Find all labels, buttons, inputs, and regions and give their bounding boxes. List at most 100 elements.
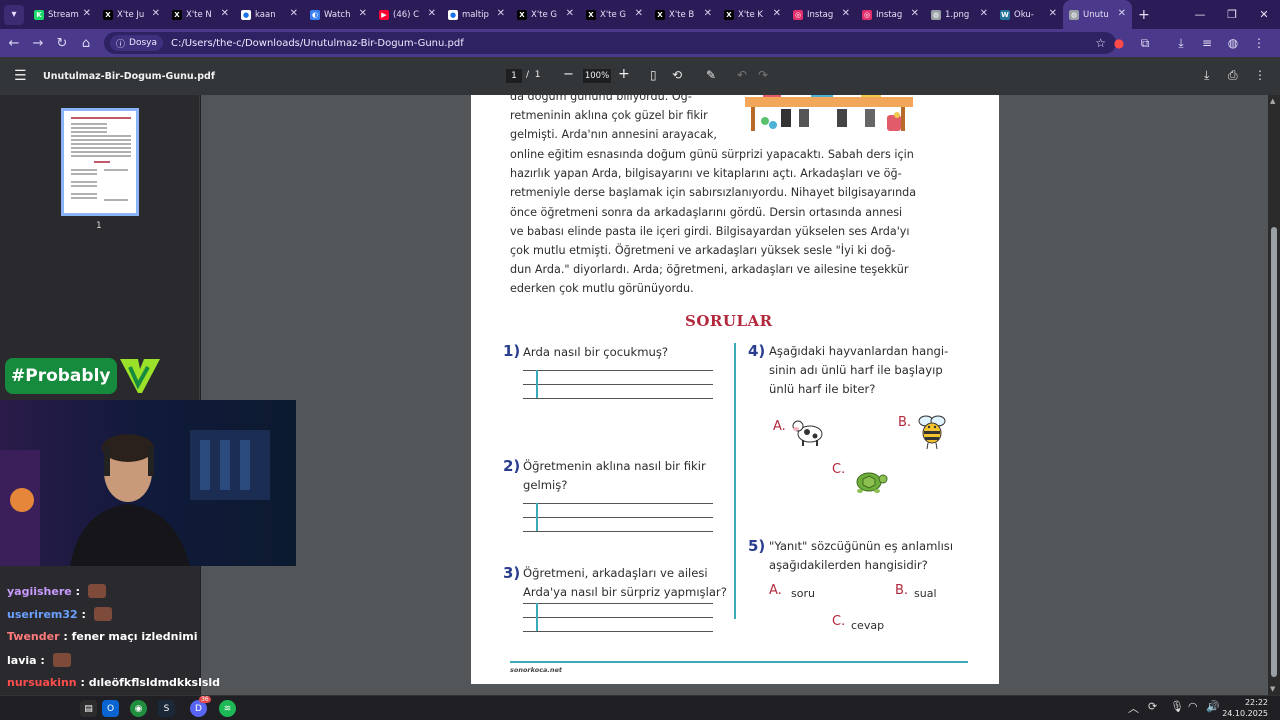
browser-tab[interactable]: X X'te Ju ✕ — [97, 0, 166, 29]
viewer-scrollbar[interactable]: ▲ ▼ — [1268, 95, 1280, 695]
close-tab-icon[interactable]: ✕ — [221, 8, 229, 19]
browser-tab[interactable]: ◐ Watch ✕ — [304, 0, 373, 29]
back-icon[interactable]: ← — [2, 36, 26, 51]
browser-tab[interactable]: X X'te K ✕ — [718, 0, 787, 29]
close-tab-icon[interactable]: ✕ — [842, 8, 850, 19]
answer-line[interactable] — [523, 617, 713, 618]
browser-tab[interactable]: ◎ Instag ✕ — [787, 0, 856, 29]
reading-list-icon[interactable]: ≡ — [1194, 36, 1220, 50]
omnibox[interactable]: ⓘ Dosya C:/Users/the-c/Downloads/Unutulma… — [104, 32, 1116, 54]
sync-icon[interactable]: ⟳ — [1148, 700, 1157, 713]
annotate-icon[interactable]: ✎ — [706, 68, 716, 82]
rotate-icon[interactable]: ⟲ — [672, 68, 682, 82]
new-tab-button[interactable]: + — [1138, 7, 1150, 23]
browser-tab[interactable]: ◍ Unutu ✕ — [1063, 0, 1132, 29]
chrome-taskbar-icon[interactable]: ◉ — [130, 700, 147, 717]
close-tab-icon[interactable]: ✕ — [83, 8, 91, 19]
volume-icon[interactable]: 🔊 — [1206, 700, 1220, 713]
chat-username[interactable]: nursuakinn — [7, 676, 77, 689]
q5-option-a-text[interactable]: soru — [791, 587, 815, 600]
close-tab-icon[interactable]: ✕ — [290, 8, 298, 19]
close-tab-icon[interactable]: ✕ — [1049, 8, 1057, 19]
redo-icon[interactable]: ↷ — [758, 68, 768, 82]
pdf-download-icon[interactable]: ⤓ — [1204, 68, 1209, 83]
undo-icon[interactable]: ↶ — [737, 68, 747, 82]
system-clock[interactable]: 22:22 24.10.2025 — [1222, 697, 1268, 719]
extension-red-icon[interactable]: ● — [1106, 36, 1132, 50]
steam-icon[interactable]: S — [158, 700, 175, 717]
outlook-icon[interactable]: O — [102, 700, 119, 717]
browser-tab[interactable]: X X'te G ✕ — [511, 0, 580, 29]
chat-username[interactable]: Twender — [7, 630, 60, 643]
page-thumbnail[interactable] — [61, 108, 139, 216]
close-window-icon[interactable]: ✕ — [1248, 0, 1280, 29]
close-tab-icon[interactable]: ✕ — [980, 8, 988, 19]
file-explorer-icon[interactable]: ▤ — [80, 700, 97, 717]
q5-option-a-label[interactable]: A. — [769, 583, 782, 598]
extensions-puzzle-icon[interactable]: ⧉ — [1132, 36, 1158, 51]
q4-option-b-label[interactable]: B. — [898, 415, 911, 430]
restore-icon[interactable]: ❐ — [1216, 0, 1248, 29]
profile-avatar[interactable]: ◍ — [1220, 36, 1246, 50]
pdf-more-icon[interactable]: ⋮ — [1254, 68, 1266, 82]
answer-line[interactable] — [523, 398, 713, 399]
q5-option-c-text[interactable]: cevap — [851, 619, 884, 632]
browser-tab[interactable]: ● maltip ✕ — [442, 0, 511, 29]
answer-line[interactable] — [523, 384, 713, 385]
zoom-out-icon[interactable]: − — [563, 67, 574, 82]
browser-tab[interactable]: X X'te N ✕ — [166, 0, 235, 29]
zoom-in-icon[interactable]: + — [618, 66, 630, 82]
browser-tab[interactable]: X X'te G ✕ — [580, 0, 649, 29]
forward-icon[interactable]: → — [26, 36, 50, 51]
home-icon[interactable]: ⌂ — [74, 36, 98, 51]
scroll-down-icon[interactable]: ▼ — [1270, 685, 1275, 693]
scroll-up-icon[interactable]: ▲ — [1270, 97, 1275, 105]
wifi-icon[interactable]: ◠ — [1188, 700, 1198, 713]
spotify-icon[interactable]: ≋ — [219, 700, 236, 717]
close-tab-icon[interactable]: ✕ — [566, 8, 574, 19]
tray-chevron-icon[interactable]: ︿ — [1128, 700, 1139, 716]
browser-tab[interactable]: K Stream ✕ — [28, 0, 97, 29]
page-number-input[interactable]: 1 — [506, 69, 522, 83]
minimize-icon[interactable]: — — [1184, 0, 1216, 29]
close-tab-icon[interactable]: ✕ — [152, 8, 160, 19]
fit-page-icon[interactable]: ▯ — [650, 68, 657, 82]
close-tab-icon[interactable]: ✕ — [773, 8, 781, 19]
answer-line[interactable] — [523, 370, 713, 371]
zoom-level-input[interactable]: 100% — [583, 69, 611, 83]
q4-option-c-label[interactable]: C. — [832, 462, 845, 477]
browser-tab[interactable]: X X'te B ✕ — [649, 0, 718, 29]
close-tab-icon[interactable]: ✕ — [704, 8, 712, 19]
q5-option-b-text[interactable]: sual — [914, 587, 937, 600]
q5-option-c-label[interactable]: C. — [832, 614, 845, 629]
downloads-icon[interactable]: ⤓ — [1168, 36, 1194, 51]
chat-username[interactable]: userirem32 — [7, 608, 78, 621]
chat-username[interactable]: yagiishere — [7, 585, 72, 598]
close-tab-icon[interactable]: ✕ — [1118, 8, 1126, 19]
close-tab-icon[interactable]: ✕ — [497, 8, 505, 19]
close-tab-icon[interactable]: ✕ — [911, 8, 919, 19]
url-text[interactable]: C:/Users/the-c/Downloads/Unutulmaz-Bir-D… — [171, 38, 464, 49]
menu-dots-icon[interactable]: ⋮ — [1246, 36, 1272, 50]
tab-search-icon[interactable]: ▾ — [4, 4, 24, 25]
q5-option-b-label[interactable]: B. — [895, 583, 908, 598]
q4-option-a-label[interactable]: A. — [773, 419, 786, 434]
file-scheme-chip[interactable]: ⓘ Dosya — [110, 35, 163, 51]
print-icon[interactable]: ⎙ — [1228, 68, 1238, 83]
chat-username[interactable]: lavia — [7, 654, 37, 667]
close-tab-icon[interactable]: ✕ — [635, 8, 643, 19]
browser-tab[interactable]: ◍ 1.png ✕ — [925, 0, 994, 29]
answer-line[interactable] — [523, 531, 713, 532]
sidebar-toggle-icon[interactable]: ☰ — [14, 68, 27, 84]
close-tab-icon[interactable]: ✕ — [428, 8, 436, 19]
browser-tab[interactable]: ▶ (46) C ✕ — [373, 0, 442, 29]
answer-line[interactable] — [523, 603, 713, 604]
answer-line[interactable] — [523, 503, 713, 504]
browser-tab[interactable]: W Oku- ✕ — [994, 0, 1063, 29]
scrollbar-thumb[interactable] — [1271, 227, 1277, 677]
browser-tab[interactable]: ◎ Instag ✕ — [856, 0, 925, 29]
browser-tab[interactable]: ● kaan ✕ — [235, 0, 304, 29]
close-tab-icon[interactable]: ✕ — [359, 8, 367, 19]
answer-line[interactable] — [523, 517, 713, 518]
answer-line[interactable] — [523, 631, 713, 632]
